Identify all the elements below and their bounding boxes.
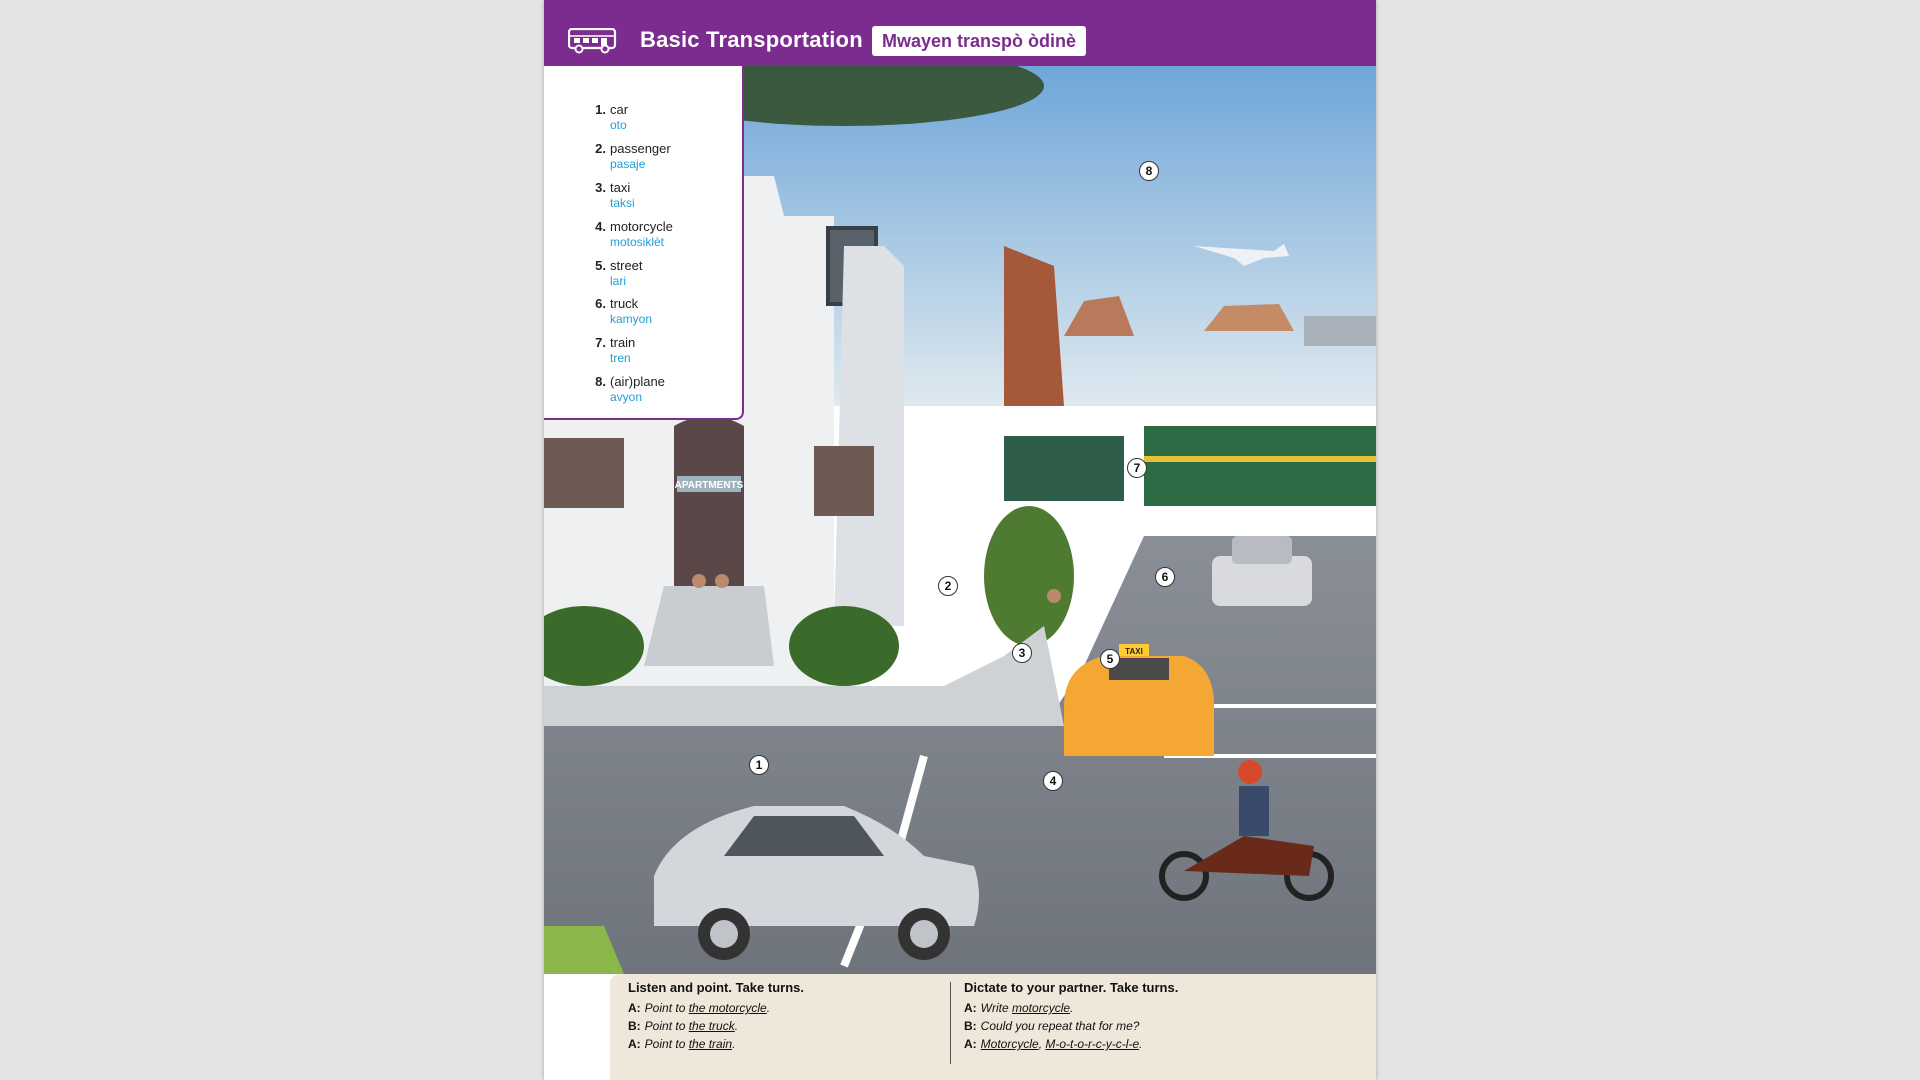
translated-title-box: Mwayen transpò òdinè bbox=[872, 26, 1087, 56]
vocab-number: 5. bbox=[595, 258, 606, 273]
vocab-number: 6. bbox=[595, 296, 606, 311]
vocab-translation: oto bbox=[610, 118, 627, 132]
page-title: Basic Transportation bbox=[640, 27, 863, 52]
vocabulary-list: 1. car oto 2. passenger pasaje 3. taxi t… bbox=[544, 66, 744, 420]
callout-1: 1 bbox=[749, 755, 769, 775]
activity-heading: Dictate to your partner. Take turns. bbox=[964, 980, 1179, 995]
vocab-number: 4. bbox=[595, 219, 606, 234]
vocab-translation: tren bbox=[610, 351, 631, 365]
vocab-number: 2. bbox=[595, 141, 606, 156]
vocab-english: truck bbox=[610, 296, 639, 311]
taxi-roof-sign: TAXI bbox=[1125, 647, 1143, 656]
vocab-number: 8. bbox=[595, 374, 606, 389]
page-number: 150 bbox=[568, 1040, 590, 1055]
vocab-translation: pasaje bbox=[610, 157, 646, 171]
dialogue-line: A: Point to the motorcycle. bbox=[628, 1001, 771, 1015]
vocab-translation: lari bbox=[610, 274, 627, 288]
vocab-translation: taksi bbox=[610, 196, 635, 210]
vocab-english: street bbox=[610, 258, 643, 273]
callout-3: 3 bbox=[1012, 643, 1032, 663]
column-divider bbox=[950, 982, 951, 1064]
callout-6: 6 bbox=[1155, 567, 1175, 587]
vocab-english: car bbox=[610, 102, 629, 117]
apartments-sign: APARTMENTS bbox=[675, 480, 744, 491]
callout-8: 8 bbox=[1139, 161, 1159, 181]
document-viewer: Basic Transportation Mwayen transpò òdin… bbox=[0, 0, 1920, 1080]
page-header: Basic Transportation Mwayen transpò òdin… bbox=[544, 0, 1376, 68]
dialogue-line: A: Motorcycle, M-o-t-o-r-c-y-c-l-e. bbox=[964, 1037, 1143, 1051]
vocab-english: train bbox=[610, 335, 636, 350]
dialogue-line: A: Write motorcycle. bbox=[964, 1001, 1074, 1015]
vocab-number: 7. bbox=[595, 335, 606, 350]
vocab-english: motorcycle bbox=[610, 219, 673, 234]
vocab-english: (air)plane bbox=[610, 374, 665, 389]
callout-2: 2 bbox=[938, 576, 958, 596]
activity-panel: Listen and point. Take turns. A: Point to… bbox=[610, 974, 1376, 1080]
vocab-translation: avyon bbox=[610, 390, 643, 404]
activity-heading: Listen and point. Take turns. bbox=[628, 980, 804, 995]
vocab-number: 3. bbox=[595, 180, 606, 195]
dialogue-line: B: Could you repeat that for me? bbox=[964, 1019, 1140, 1033]
bus-icon bbox=[568, 28, 617, 54]
vocab-translation: kamyon bbox=[610, 312, 653, 326]
dialogue-line: A: Point to the train. bbox=[628, 1037, 736, 1051]
vocab-english: passenger bbox=[610, 141, 671, 156]
textbook-page: Basic Transportation Mwayen transpò òdin… bbox=[544, 0, 1376, 1080]
vocab-translation: motosiklèt bbox=[610, 235, 665, 249]
callout-4: 4 bbox=[1043, 771, 1063, 791]
callout-7: 7 bbox=[1127, 458, 1147, 478]
listen-point-activity: Listen and point. Take turns. A: Point to… bbox=[628, 980, 804, 1055]
dictate-activity: Dictate to your partner. Take turns. A: W… bbox=[964, 980, 1178, 1055]
vocab-english: taxi bbox=[610, 180, 631, 195]
dialogue-line: B: Point to the truck. bbox=[628, 1019, 739, 1033]
vocab-number: 1. bbox=[595, 102, 606, 117]
callout-5: 5 bbox=[1100, 649, 1120, 669]
translated-title: Mwayen transpò òdinè bbox=[882, 30, 1077, 51]
